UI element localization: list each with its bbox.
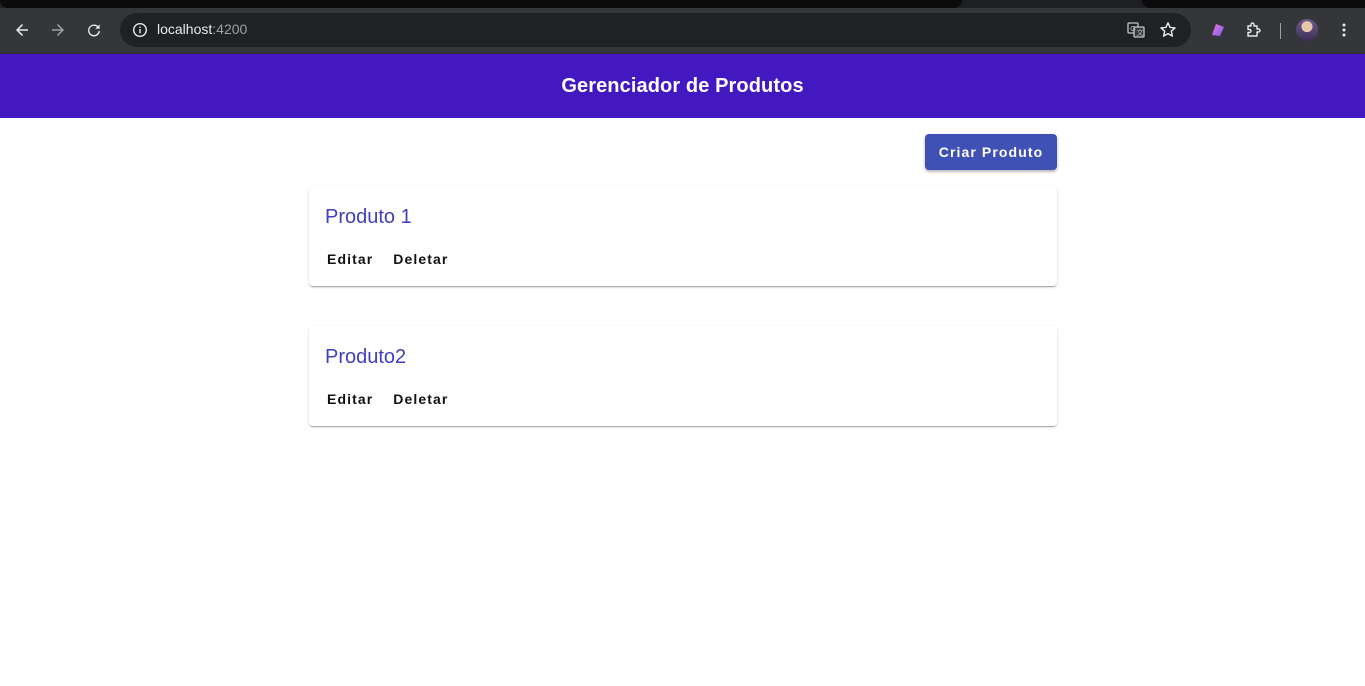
puzzle-icon[interactable] bbox=[1242, 18, 1266, 42]
address-bar[interactable]: localhost:4200 G文 bbox=[120, 13, 1191, 47]
back-button[interactable] bbox=[7, 15, 37, 45]
svg-text:文: 文 bbox=[1137, 28, 1144, 37]
profile-avatar[interactable] bbox=[1296, 19, 1318, 41]
tab-strip bbox=[0, 0, 1365, 8]
page-title: Gerenciador de Produtos bbox=[561, 74, 804, 97]
translate-icon[interactable]: G文 bbox=[1124, 18, 1148, 42]
app-header: Gerenciador de Produtos bbox=[0, 54, 1365, 118]
more-icon[interactable] bbox=[1332, 18, 1356, 42]
forward-button[interactable] bbox=[43, 15, 73, 45]
site-info-icon[interactable] bbox=[128, 18, 152, 42]
create-product-button[interactable]: Criar Produto bbox=[925, 134, 1057, 170]
product-name: Produto2 bbox=[325, 346, 407, 368]
card-actions: Editar Deletar bbox=[317, 246, 458, 272]
url-text[interactable]: localhost:4200 bbox=[157, 21, 247, 37]
back-arrow-icon bbox=[16, 24, 28, 36]
card-actions: Editar Deletar bbox=[317, 386, 458, 412]
svg-text:G: G bbox=[1130, 26, 1135, 33]
extension-icon[interactable] bbox=[1206, 18, 1230, 42]
edit-button[interactable]: Editar bbox=[317, 246, 383, 272]
edit-button[interactable]: Editar bbox=[317, 386, 383, 412]
url-host: localhost bbox=[157, 21, 213, 37]
reload-button[interactable] bbox=[79, 15, 109, 45]
delete-button[interactable]: Deletar bbox=[383, 246, 458, 272]
product-name: Produto 1 bbox=[325, 206, 412, 228]
bookmark-star-icon[interactable] bbox=[1156, 18, 1180, 42]
forward-arrow-icon bbox=[52, 24, 64, 36]
url-port: :4200 bbox=[212, 21, 248, 37]
delete-button[interactable]: Deletar bbox=[383, 386, 458, 412]
toolbar-divider bbox=[1280, 23, 1281, 39]
product-card: Produto 1 Editar Deletar bbox=[309, 186, 1057, 286]
browser-tab[interactable] bbox=[0, 0, 962, 8]
reload-icon bbox=[88, 24, 100, 37]
product-card: Produto2 Editar Deletar bbox=[309, 326, 1057, 426]
browser-toolbar: localhost:4200 G文 bbox=[0, 8, 1365, 54]
browser-tab-right[interactable] bbox=[1142, 0, 1365, 8]
